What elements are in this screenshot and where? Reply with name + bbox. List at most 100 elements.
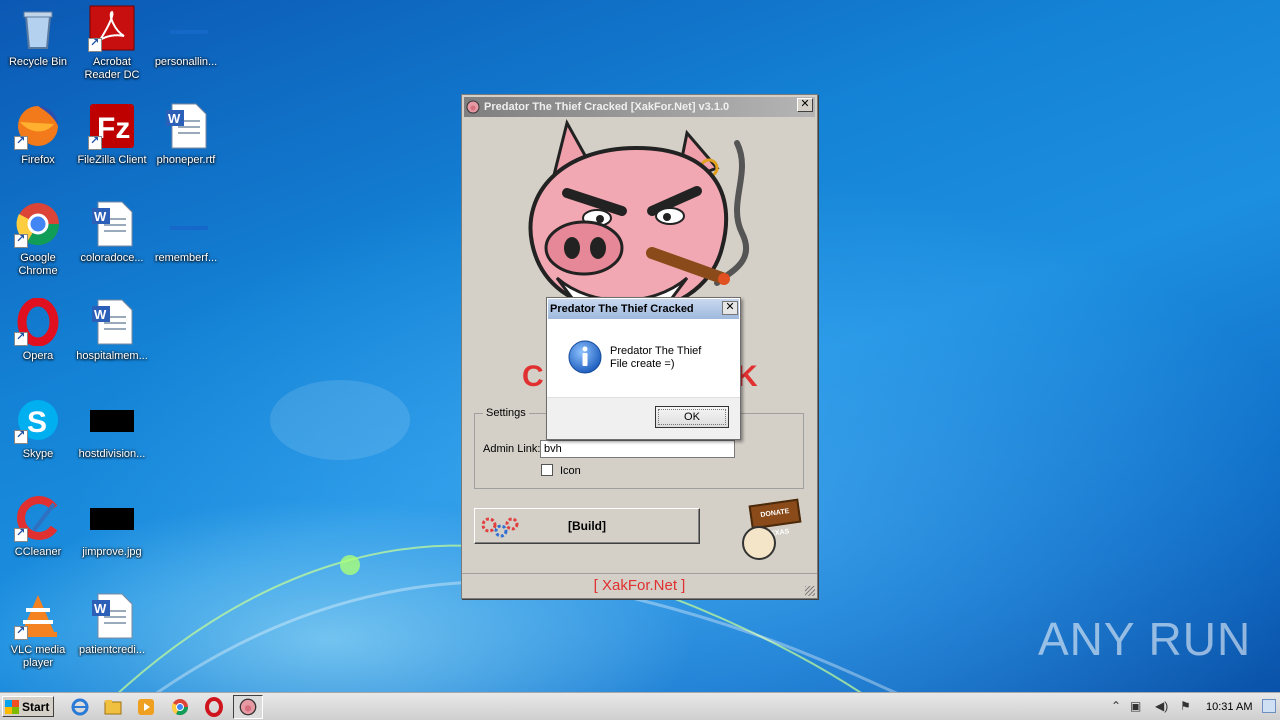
show-desktop-button[interactable] bbox=[1262, 699, 1276, 713]
chrome-icon bbox=[14, 200, 62, 248]
image-icon bbox=[88, 396, 136, 444]
dialog-titlebar[interactable]: Predator The Thief Cracked bbox=[548, 299, 739, 319]
windows-logo-icon bbox=[5, 699, 19, 714]
xakfor-link[interactable]: [ XakFor.Net ] bbox=[462, 577, 817, 594]
icon-checkbox-label: Icon bbox=[560, 465, 581, 477]
settings-legend: Settings bbox=[483, 407, 529, 419]
desktop-icon-label: Opera bbox=[22, 350, 54, 362]
admin-link-label: Admin Link: bbox=[483, 443, 541, 455]
desktop-icon[interactable]: jimprove.jpg bbox=[74, 494, 150, 559]
start-button[interactable]: Start bbox=[2, 696, 54, 717]
desktop-icon[interactable]: Wphoneper.rtf bbox=[148, 102, 224, 167]
desktop-icon-label: jimprove.jpg bbox=[82, 546, 142, 558]
pig-app-icon bbox=[466, 100, 480, 114]
svg-text:S: S bbox=[27, 406, 47, 439]
desktop-icon[interactable]: Recycle Bin bbox=[0, 4, 76, 69]
desktop-icon-label: VLC media player bbox=[10, 644, 66, 669]
desktop-icon-label: personallin... bbox=[154, 56, 218, 68]
admin-link-input[interactable]: bvh bbox=[540, 440, 735, 458]
clock[interactable]: 10:31 AM bbox=[1206, 701, 1252, 713]
info-icon bbox=[568, 340, 602, 374]
donate-image[interactable]: DONATE TEXAS bbox=[732, 498, 804, 570]
network-tray-icon[interactable]: ▣ bbox=[1130, 699, 1141, 713]
svg-text:W: W bbox=[94, 209, 107, 224]
skype-icon: S bbox=[14, 396, 62, 444]
word-doc-icon: W bbox=[162, 102, 210, 150]
desktop-icon-label: Skype bbox=[22, 448, 54, 460]
firefox-icon bbox=[14, 102, 62, 150]
pig-mascot-image bbox=[528, 118, 750, 314]
shortcut-arrow-icon bbox=[14, 330, 28, 346]
svg-text:W: W bbox=[94, 307, 107, 322]
desktop-icon[interactable]: Fz FileZilla Client bbox=[74, 102, 150, 167]
image-icon bbox=[88, 494, 136, 542]
desktop-icon-label: hospitalmem... bbox=[76, 350, 148, 362]
desktop-icon-label: Acrobat Reader DC bbox=[84, 56, 140, 81]
dialog-message-line1: Predator The Thief bbox=[610, 345, 702, 357]
desktop-icon[interactable]: rememberf... bbox=[148, 200, 224, 265]
desktop-icon[interactable]: hostdivision... bbox=[74, 396, 150, 461]
desktop-icon[interactable]: Google Chrome bbox=[0, 200, 76, 278]
donate-sign: DONATE TEXAS bbox=[748, 498, 802, 538]
donate-character bbox=[742, 526, 776, 560]
desktop-icon-label: coloradoce... bbox=[80, 252, 144, 264]
acrobat-icon bbox=[88, 4, 136, 52]
desktop-icon-label: Google Chrome bbox=[18, 252, 58, 277]
shortcut-arrow-icon bbox=[14, 428, 28, 444]
build-label: [Build] bbox=[568, 519, 606, 533]
desktop-icon[interactable]: Opera bbox=[0, 297, 76, 363]
desktop-icon-label: CCleaner bbox=[14, 546, 62, 558]
pig-taskbar-icon bbox=[239, 698, 257, 716]
shortcut-arrow-icon bbox=[88, 134, 102, 150]
file-icon bbox=[162, 4, 210, 52]
word-doc-icon: W bbox=[88, 200, 136, 248]
chrome-taskbar-icon[interactable] bbox=[170, 697, 190, 717]
desktop-icon-label: hostdivision... bbox=[78, 448, 146, 460]
build-button[interactable]: [Build] bbox=[474, 508, 700, 544]
word-doc-icon: W bbox=[88, 592, 136, 640]
resize-grip-icon[interactable] bbox=[805, 586, 815, 596]
action-center-flag-icon[interactable]: ⚑ bbox=[1180, 699, 1191, 713]
word-doc-icon: W bbox=[88, 298, 136, 346]
window-close-button[interactable]: ✕ bbox=[797, 98, 813, 112]
predator-taskbar-button[interactable] bbox=[233, 695, 263, 719]
crack-banner-left: C bbox=[522, 360, 544, 393]
desktop-icon[interactable]: personallin... bbox=[148, 4, 224, 69]
watermark-text: ANY RUN bbox=[1038, 613, 1252, 665]
desktop-icon[interactable]: S Skype bbox=[0, 396, 76, 461]
start-label: Start bbox=[22, 699, 50, 714]
ie-taskbar-icon[interactable] bbox=[70, 697, 90, 717]
desktop-icon[interactable]: Firefox bbox=[0, 102, 76, 167]
shortcut-arrow-icon bbox=[14, 134, 28, 150]
message-dialog[interactable]: Predator The Thief Cracked ✕ Predator Th… bbox=[546, 297, 741, 440]
dialog-close-button[interactable]: ✕ bbox=[722, 301, 738, 315]
media-player-taskbar-icon[interactable] bbox=[136, 697, 156, 717]
shortcut-arrow-icon bbox=[14, 232, 28, 248]
explorer-taskbar-icon[interactable] bbox=[103, 697, 123, 717]
shortcut-arrow-icon bbox=[88, 36, 102, 52]
ok-button[interactable]: OK bbox=[655, 406, 729, 428]
file-icon bbox=[162, 200, 210, 248]
desktop-icon[interactable]: Acrobat Reader DC bbox=[74, 4, 150, 82]
dialog-title: Predator The Thief Cracked bbox=[550, 303, 694, 315]
dialog-footer: OK bbox=[547, 397, 740, 439]
vlc-icon bbox=[14, 592, 62, 640]
anyrun-watermark: ANY RUN bbox=[1038, 612, 1251, 666]
desktop-icon-label: FileZilla Client bbox=[77, 154, 147, 166]
icon-checkbox[interactable] bbox=[541, 464, 553, 476]
desktop-icon[interactable]: VLC media player bbox=[0, 592, 76, 670]
desktop-icon-label: Recycle Bin bbox=[8, 56, 68, 68]
desktop-icon[interactable]: Wcoloradoce... bbox=[74, 200, 150, 265]
desktop-icon[interactable]: CCleaner bbox=[0, 494, 76, 559]
show-hidden-icons-icon[interactable]: ⌃ bbox=[1111, 699, 1121, 713]
svg-text:W: W bbox=[94, 601, 107, 616]
shortcut-arrow-icon bbox=[14, 624, 28, 640]
desktop-icon[interactable]: Whospitalmem... bbox=[74, 298, 150, 363]
filezilla-icon: Fz bbox=[88, 102, 136, 150]
opera-taskbar-icon[interactable] bbox=[204, 697, 224, 717]
gears-icon bbox=[481, 517, 519, 538]
volume-tray-icon[interactable]: ◀) bbox=[1155, 699, 1168, 713]
taskbar: Start ⌃ ▣ ◀) ⚑ 10:31 AM bbox=[0, 692, 1280, 720]
recycle-bin-icon bbox=[14, 4, 62, 52]
desktop-icon[interactable]: Wpatientcredi... bbox=[74, 592, 150, 657]
